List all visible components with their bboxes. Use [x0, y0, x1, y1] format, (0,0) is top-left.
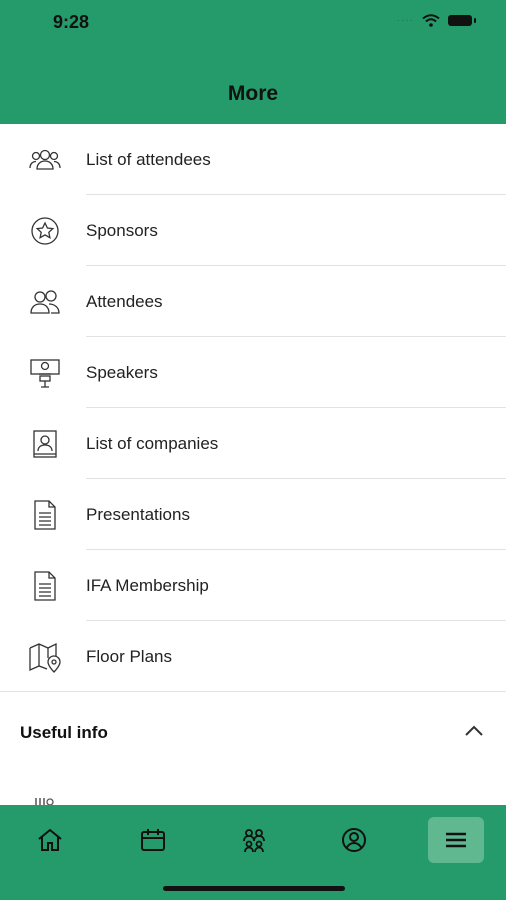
tab-attendees[interactable]: [226, 817, 282, 863]
tab-more[interactable]: [428, 817, 484, 863]
status-icons: ····: [396, 14, 476, 27]
app-header: 9:28 ···· More: [0, 0, 506, 124]
menu-item-label: Attendees: [86, 291, 163, 311]
attendees-icon: [243, 829, 265, 853]
menu-item-presentations[interactable]: Presentations: [0, 479, 506, 550]
page-title: More: [227, 82, 279, 105]
menu-item-ifa-membership[interactable]: IFA Membership: [0, 550, 506, 621]
star-badge-icon: [31, 216, 59, 245]
menu-item-label: Floor Plans: [86, 646, 172, 666]
home-icon: [38, 828, 62, 851]
home-indicator: [163, 886, 345, 891]
tab-home[interactable]: [22, 817, 78, 863]
signal-icon: ····: [396, 15, 414, 26]
divider: [0, 691, 506, 692]
document-icon: [34, 570, 56, 601]
menu-item-label: List of attendees: [86, 149, 211, 169]
chevron-up-icon[interactable]: [464, 724, 484, 738]
calendar-icon: [141, 829, 165, 851]
wifi-icon: [422, 14, 440, 27]
menu-item-label: List of companies: [86, 433, 219, 453]
menu-item-attendees[interactable]: Attendees: [0, 266, 506, 337]
users-icon: [30, 289, 60, 314]
menu-item-label: Sponsors: [86, 220, 158, 240]
company-card-icon: [33, 429, 57, 458]
menu-item-list-of-companies[interactable]: List of companies: [0, 408, 506, 479]
menu-item-label: Speakers: [86, 362, 158, 382]
menu-item-sponsors[interactable]: Sponsors: [0, 195, 506, 266]
document-icon: [34, 499, 56, 530]
map-pin-icon: [29, 642, 61, 673]
menu-item-list-of-attendees[interactable]: List of attendees: [0, 124, 506, 195]
tab-calendar[interactable]: [125, 817, 181, 863]
useful-info-section-header[interactable]: Useful info: [0, 700, 506, 766]
menu-icon: [446, 832, 466, 848]
menu-item-label: Presentations: [86, 504, 190, 524]
people-group-icon: [29, 149, 61, 170]
section-title: Useful info: [20, 723, 108, 742]
menu-item-speakers[interactable]: Speakers: [0, 337, 506, 408]
status-time: 9:28: [53, 12, 90, 32]
menu-item-label: IFA Membership: [86, 575, 209, 595]
profile-icon: [342, 828, 366, 852]
speaker-podium-icon: [30, 358, 60, 388]
menu-item-floor-plans[interactable]: Floor Plans: [0, 621, 506, 692]
more-menu-list: List of attendees Sponsors Attendees Spe…: [0, 124, 506, 692]
tab-profile[interactable]: [326, 817, 382, 863]
battery-icon: [448, 15, 476, 26]
